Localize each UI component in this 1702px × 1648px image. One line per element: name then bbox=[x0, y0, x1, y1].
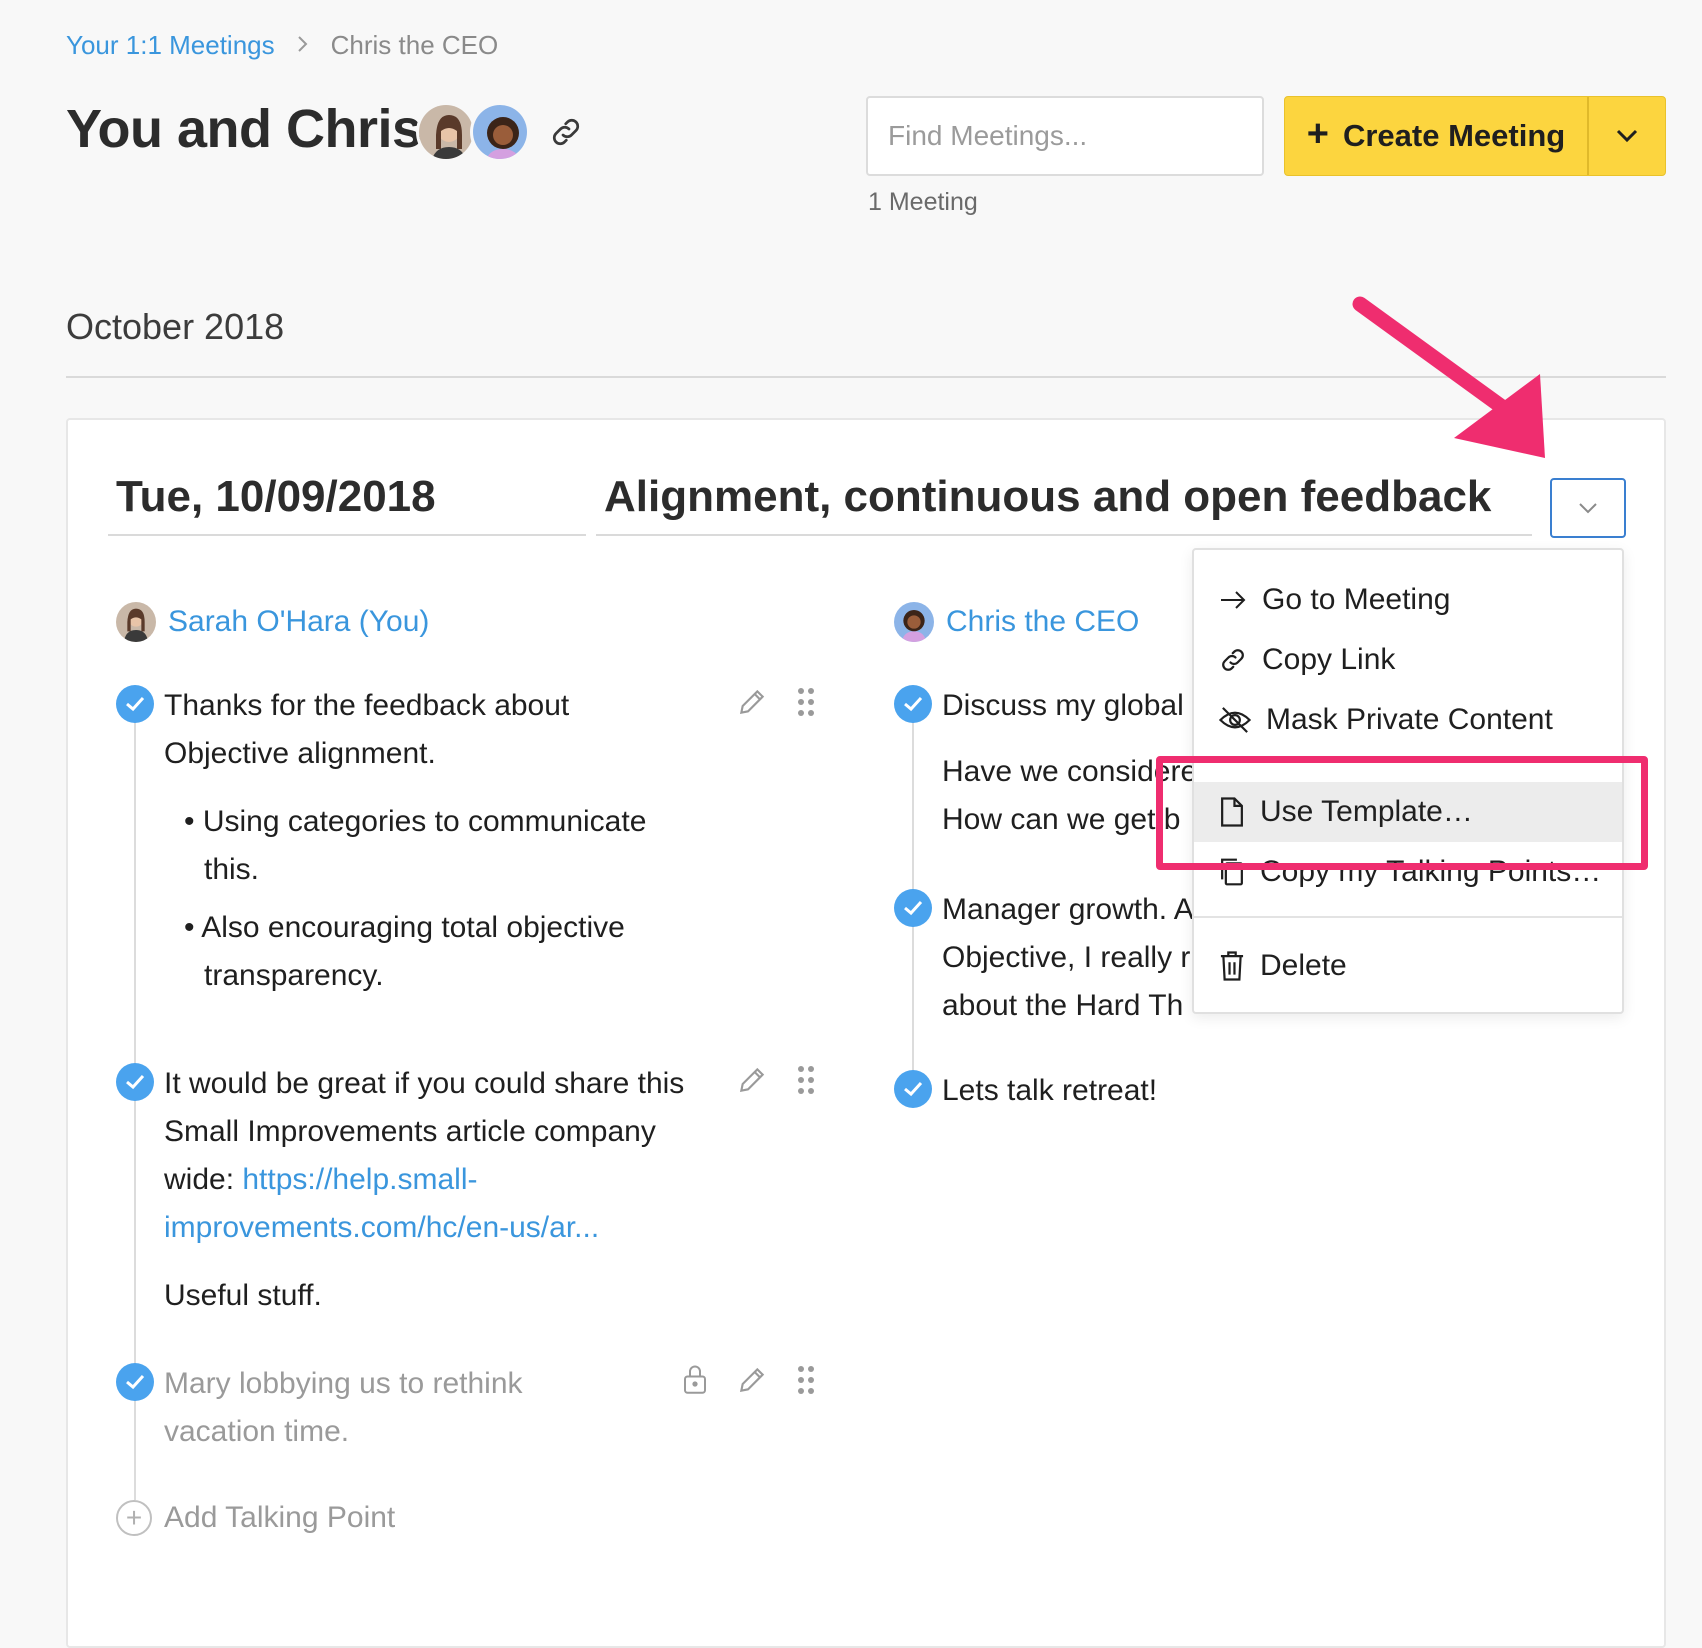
create-meeting-button-group: + Create Meeting bbox=[1284, 96, 1666, 176]
create-meeting-label: Create Meeting bbox=[1342, 118, 1566, 153]
menu-item-label: Copy Link bbox=[1262, 643, 1396, 676]
participant-avatars bbox=[416, 102, 530, 162]
talking-point-text: Manager growth. A bbox=[942, 893, 1194, 926]
pencil-icon[interactable] bbox=[736, 1364, 768, 1401]
menu-item-label: Mask Private Content bbox=[1266, 703, 1553, 736]
avatar-chris bbox=[470, 102, 530, 162]
meeting-options-toggle[interactable] bbox=[1550, 478, 1626, 538]
talking-point: Manager growth. A Objective, I really r … bbox=[942, 886, 1194, 1030]
bullet-item: • Using categories to communicate this. bbox=[184, 798, 646, 894]
talking-point-text: It would be great if you could share thi… bbox=[164, 1067, 685, 1100]
talking-point-text: Mary lobbying us to rethink bbox=[164, 1367, 523, 1400]
find-meetings-input[interactable] bbox=[866, 96, 1264, 176]
participant-sarah: Sarah O'Hara (You) bbox=[116, 602, 429, 642]
menu-item-copy-link[interactable]: Copy Link bbox=[1194, 630, 1622, 690]
bullet-text: Using categories to communicate bbox=[202, 805, 647, 838]
menu-divider bbox=[1194, 916, 1622, 918]
lock-icon[interactable] bbox=[680, 1362, 710, 1401]
talking-point-text: vacation time. bbox=[164, 1415, 350, 1448]
title-underline bbox=[596, 534, 1532, 536]
menu-item-go-to-meeting[interactable]: Go to Meeting bbox=[1194, 570, 1622, 630]
check-icon[interactable] bbox=[894, 685, 932, 723]
arrow-right-icon bbox=[1221, 591, 1246, 609]
talking-point-text: Discuss my global bbox=[942, 689, 1184, 722]
create-meeting-button[interactable]: + Create Meeting bbox=[1285, 97, 1587, 175]
annotation-highlight-box bbox=[1156, 756, 1648, 870]
month-heading: October 2018 bbox=[66, 306, 285, 347]
add-talking-point-button[interactable]: + Add Talking Point bbox=[116, 1500, 395, 1536]
check-icon[interactable] bbox=[894, 889, 932, 927]
plus-circle-icon: + bbox=[116, 1500, 152, 1536]
drag-handle-icon[interactable] bbox=[796, 1064, 816, 1101]
drag-handle-icon[interactable] bbox=[796, 686, 816, 723]
talking-point-text: about the Hard Th bbox=[942, 989, 1184, 1022]
date-underline bbox=[108, 534, 586, 536]
talking-point-text: Lets talk retreat! bbox=[942, 1074, 1158, 1107]
pencil-icon[interactable] bbox=[736, 686, 768, 723]
talking-point-text: wide: bbox=[164, 1163, 243, 1196]
meeting-title[interactable]: Alignment, continuous and open feedback bbox=[604, 472, 1491, 522]
check-icon[interactable] bbox=[116, 685, 154, 723]
talking-point-text: Objective, I really r bbox=[942, 941, 1191, 974]
talking-point-note: Useful stuff. bbox=[164, 1279, 322, 1312]
page-title: You and Chris bbox=[66, 99, 422, 159]
check-icon[interactable] bbox=[116, 1063, 154, 1101]
menu-item-delete[interactable]: Delete bbox=[1194, 936, 1622, 996]
talking-point-text: Thanks for the feedback about bbox=[164, 689, 570, 722]
talking-point: It would be great if you could share thi… bbox=[164, 1060, 684, 1320]
breadcrumb-link-meetings[interactable]: Your 1:1 Meetings bbox=[66, 30, 275, 61]
bullet-item: • Also encouraging total objective trans… bbox=[184, 904, 625, 1000]
menu-item-label: Go to Meeting bbox=[1262, 583, 1451, 616]
participant-chris: Chris the CEO bbox=[894, 602, 1139, 642]
add-talking-point-label: Add Talking Point bbox=[164, 1501, 396, 1534]
avatar-sarah-small bbox=[116, 602, 156, 642]
chevron-down-icon bbox=[1579, 503, 1597, 514]
article-link[interactable]: https://help.small- bbox=[242, 1163, 477, 1196]
menu-item-mask-private[interactable]: Mask Private Content bbox=[1194, 690, 1622, 750]
talking-point-private: Mary lobbying us to rethink vacation tim… bbox=[164, 1360, 523, 1456]
breadcrumb: Your 1:1 Meetings Chris the CEO bbox=[66, 30, 498, 61]
link-icon[interactable] bbox=[548, 114, 584, 155]
menu-item-label: Delete bbox=[1260, 949, 1347, 982]
trash-icon bbox=[1220, 951, 1244, 981]
meeting-date[interactable]: Tue, 10/09/2018 bbox=[116, 472, 436, 522]
drag-handle-icon[interactable] bbox=[796, 1364, 816, 1401]
create-meeting-dropdown-toggle[interactable] bbox=[1587, 97, 1665, 175]
talking-point: Lets talk retreat! bbox=[942, 1067, 1157, 1115]
check-icon[interactable] bbox=[894, 1070, 932, 1108]
breadcrumb-current: Chris the CEO bbox=[330, 30, 499, 60]
talking-point: Thanks for the feedback about Objective … bbox=[164, 682, 569, 778]
bullet-text: this. bbox=[204, 853, 260, 886]
avatar-sarah bbox=[416, 102, 476, 162]
bullet-text: transparency. bbox=[204, 959, 384, 992]
plus-icon: + bbox=[1306, 113, 1329, 155]
eye-off-icon bbox=[1218, 707, 1252, 733]
avatar-chris-small bbox=[894, 602, 934, 642]
participant-name[interactable]: Chris the CEO bbox=[946, 605, 1139, 639]
talking-point-text: Small Improvements article company bbox=[164, 1115, 656, 1148]
pencil-icon[interactable] bbox=[736, 1064, 768, 1101]
chevron-down-icon bbox=[1616, 129, 1638, 143]
meeting-count: 1 Meeting bbox=[868, 188, 978, 216]
check-icon[interactable] bbox=[116, 1363, 154, 1401]
article-link[interactable]: improvements.com/hc/en-us/ar... bbox=[164, 1204, 684, 1252]
link-icon bbox=[1222, 649, 1244, 671]
talking-point-text: Objective alignment. bbox=[164, 737, 436, 770]
participant-name[interactable]: Sarah O'Hara (You) bbox=[168, 605, 429, 639]
annotation-arrow-icon bbox=[1352, 296, 1545, 458]
bullet-text: Also encouraging total objective bbox=[201, 911, 625, 944]
chevron-right-icon bbox=[297, 32, 309, 60]
